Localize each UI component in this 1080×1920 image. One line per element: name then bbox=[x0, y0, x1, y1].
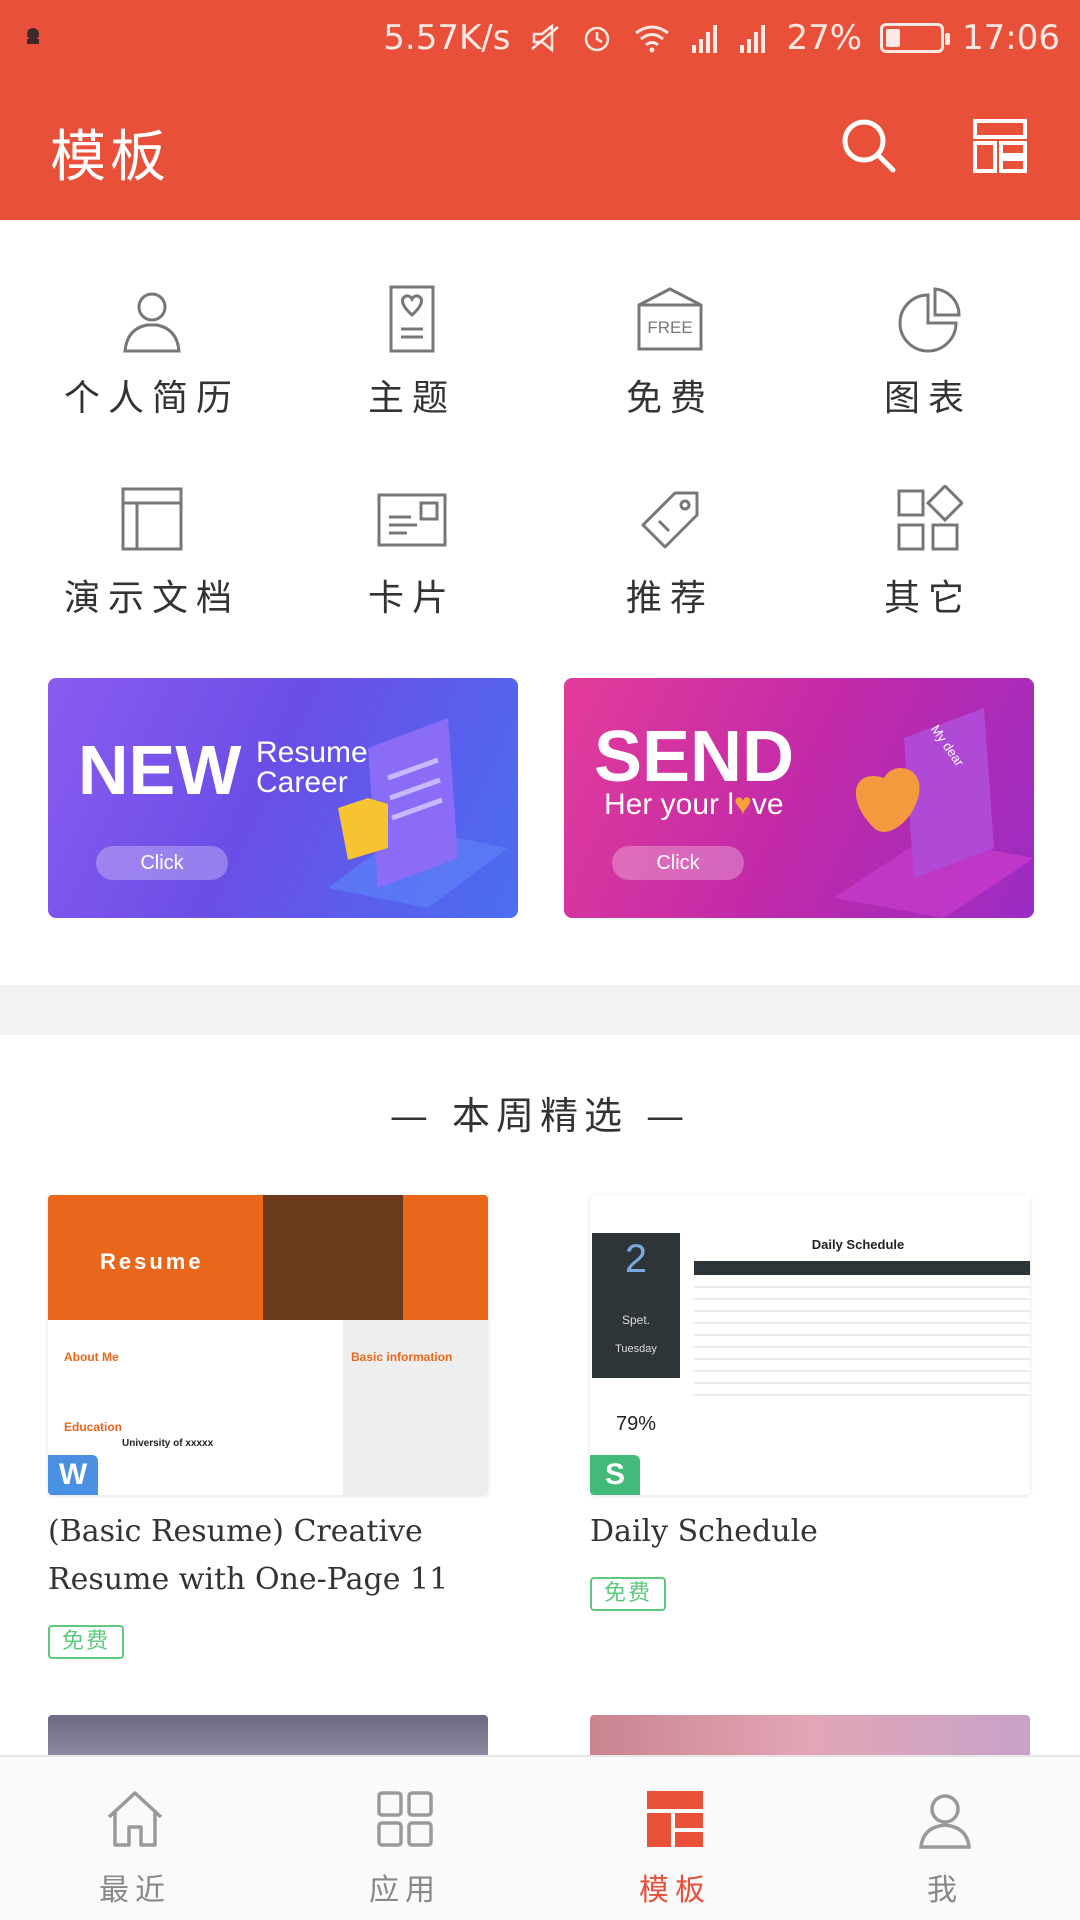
person-icon bbox=[123, 292, 181, 353]
nav-label: 我 bbox=[927, 1873, 963, 1908]
resume-school: University of xxxxx bbox=[122, 1438, 214, 1449]
page-title: 模板 bbox=[50, 125, 170, 190]
resume-preview-heading: Resume bbox=[100, 1249, 204, 1274]
free-tag-icon: FREE bbox=[637, 287, 703, 351]
nav-label: 最近 bbox=[99, 1873, 171, 1908]
template-card-resume[interactable]: Resume About Me Education University of … bbox=[48, 1195, 488, 1495]
battery-percent: 27% bbox=[786, 18, 863, 58]
card-icon bbox=[377, 493, 447, 547]
signal-icon bbox=[692, 25, 718, 53]
resume-basic-info: Basic information bbox=[351, 1350, 453, 1364]
battery-level bbox=[886, 29, 901, 47]
template-title-line2: Resume with One-Page 11 bbox=[48, 1562, 449, 1597]
home-icon bbox=[107, 1791, 163, 1847]
signal-icon-2 bbox=[740, 25, 766, 53]
schedule-day: 2 bbox=[624, 1237, 648, 1281]
profile-icon bbox=[919, 1794, 971, 1849]
clock: 17:06 bbox=[962, 18, 1060, 58]
schedule-preview-heading: Daily Schedule bbox=[811, 1237, 905, 1252]
banner-tagline: Her your l♥ve bbox=[604, 788, 784, 822]
category-other[interactable]: 其它 bbox=[798, 485, 1058, 645]
category-label: 演示文档 bbox=[63, 578, 240, 619]
nav-templates[interactable]: 模板 bbox=[540, 1757, 810, 1920]
layout-icon[interactable] bbox=[972, 118, 1028, 174]
category-label: 其它 bbox=[883, 578, 972, 619]
category-free[interactable]: FREE 免费 bbox=[540, 285, 800, 445]
resume-sidebar bbox=[343, 1320, 488, 1495]
template-icon bbox=[647, 1791, 703, 1847]
nav-label: 应用 bbox=[369, 1873, 441, 1908]
banner-click-button[interactable]: Click bbox=[612, 846, 744, 880]
schedule-rate: 79% bbox=[615, 1413, 657, 1435]
apps-grid-icon bbox=[377, 1791, 433, 1847]
category-resume[interactable]: 个人简历 bbox=[22, 285, 282, 445]
banner-tagline-end: ve bbox=[751, 788, 784, 821]
app-header: 5.57K/s 27% 17:06 模板 bbox=[0, 0, 1080, 220]
sheet-app-icon: S bbox=[590, 1455, 640, 1495]
section-divider bbox=[0, 985, 1080, 1035]
free-badge: 免费 bbox=[48, 1625, 124, 1659]
schedule-month: Spet. bbox=[621, 1313, 651, 1327]
free-badge: 免费 bbox=[590, 1577, 666, 1611]
theme-icon bbox=[389, 285, 435, 353]
banner-headline: SEND bbox=[594, 717, 795, 797]
nav-label: 模板 bbox=[639, 1873, 711, 1908]
nav-recent[interactable]: 最近 bbox=[0, 1757, 270, 1920]
schedule-table-rows bbox=[694, 1286, 1030, 1396]
template-card-peek[interactable] bbox=[590, 1715, 1030, 1755]
pie-chart-icon bbox=[898, 287, 961, 353]
banner-click-button[interactable]: Click bbox=[96, 846, 228, 880]
category-chart[interactable]: 图表 bbox=[798, 285, 1058, 445]
notification-icon bbox=[27, 28, 39, 44]
presentation-icon bbox=[121, 487, 183, 551]
template-title[interactable]: (Basic Resume) Creative Resume with One-… bbox=[48, 1508, 448, 1604]
category-theme[interactable]: 主题 bbox=[282, 285, 542, 445]
love-letter-illustration bbox=[834, 708, 1034, 918]
category-label: 卡片 bbox=[367, 578, 456, 619]
banner-new-resume[interactable]: NEW Resume Career Click bbox=[48, 678, 518, 918]
more-apps-icon bbox=[897, 485, 963, 551]
template-card-schedule[interactable]: 2 Spet. Tuesday 79% Daily Schedule S bbox=[590, 1195, 1030, 1495]
suit-image bbox=[263, 1195, 403, 1320]
wifi-icon bbox=[635, 25, 670, 53]
nav-profile[interactable]: 我 bbox=[810, 1757, 1080, 1920]
category-card[interactable]: 卡片 bbox=[282, 485, 542, 645]
free-icon-text: FREE bbox=[647, 318, 692, 337]
search-icon[interactable] bbox=[838, 115, 898, 175]
resume-education: Education bbox=[64, 1420, 123, 1434]
heart-icon: ♥ bbox=[734, 788, 752, 821]
status-bar: 5.57K/s 27% 17:06 bbox=[0, 0, 1080, 78]
category-label: 推荐 bbox=[625, 578, 714, 619]
templates-screen: 5.57K/s 27% 17:06 模板 个人简历 主题 FREE 免费 图表 bbox=[0, 0, 1080, 1920]
bottom-nav: 最近 应用 模板 我 bbox=[0, 1755, 1080, 1920]
banner-send-love[interactable]: My dear SEND Her your l♥ve Click bbox=[564, 678, 1034, 918]
schedule-table-header bbox=[694, 1261, 1030, 1275]
schedule-weekday: Tuesday bbox=[615, 1343, 657, 1355]
banner-headline: NEW bbox=[78, 731, 242, 809]
mute-icon bbox=[531, 23, 560, 53]
banner-tagline-start: Her your l bbox=[604, 788, 735, 821]
category-recommended[interactable]: 推荐 bbox=[540, 485, 800, 645]
tag-icon bbox=[641, 491, 699, 549]
battery-icon bbox=[880, 23, 951, 53]
alarm-icon bbox=[585, 26, 610, 52]
template-title-line1: (Basic Resume) Creative bbox=[48, 1514, 423, 1549]
category-label: 个人简历 bbox=[63, 378, 240, 419]
category-label: 免费 bbox=[625, 378, 714, 419]
nav-apps[interactable]: 应用 bbox=[270, 1757, 540, 1920]
section-title: — 本周精选 — bbox=[389, 1094, 691, 1138]
banner-line1: Resume bbox=[256, 736, 368, 769]
template-title[interactable]: Daily Schedule bbox=[590, 1508, 818, 1556]
category-label: 图表 bbox=[883, 378, 972, 419]
resume-about: About Me bbox=[64, 1350, 119, 1364]
banner-line2: Career bbox=[256, 766, 348, 799]
template-card-peek[interactable] bbox=[48, 1715, 488, 1755]
category-label: 主题 bbox=[367, 378, 456, 419]
word-app-icon: W bbox=[48, 1455, 98, 1495]
network-speed: 5.57K/s bbox=[383, 18, 511, 58]
category-presentation[interactable]: 演示文档 bbox=[22, 485, 282, 645]
